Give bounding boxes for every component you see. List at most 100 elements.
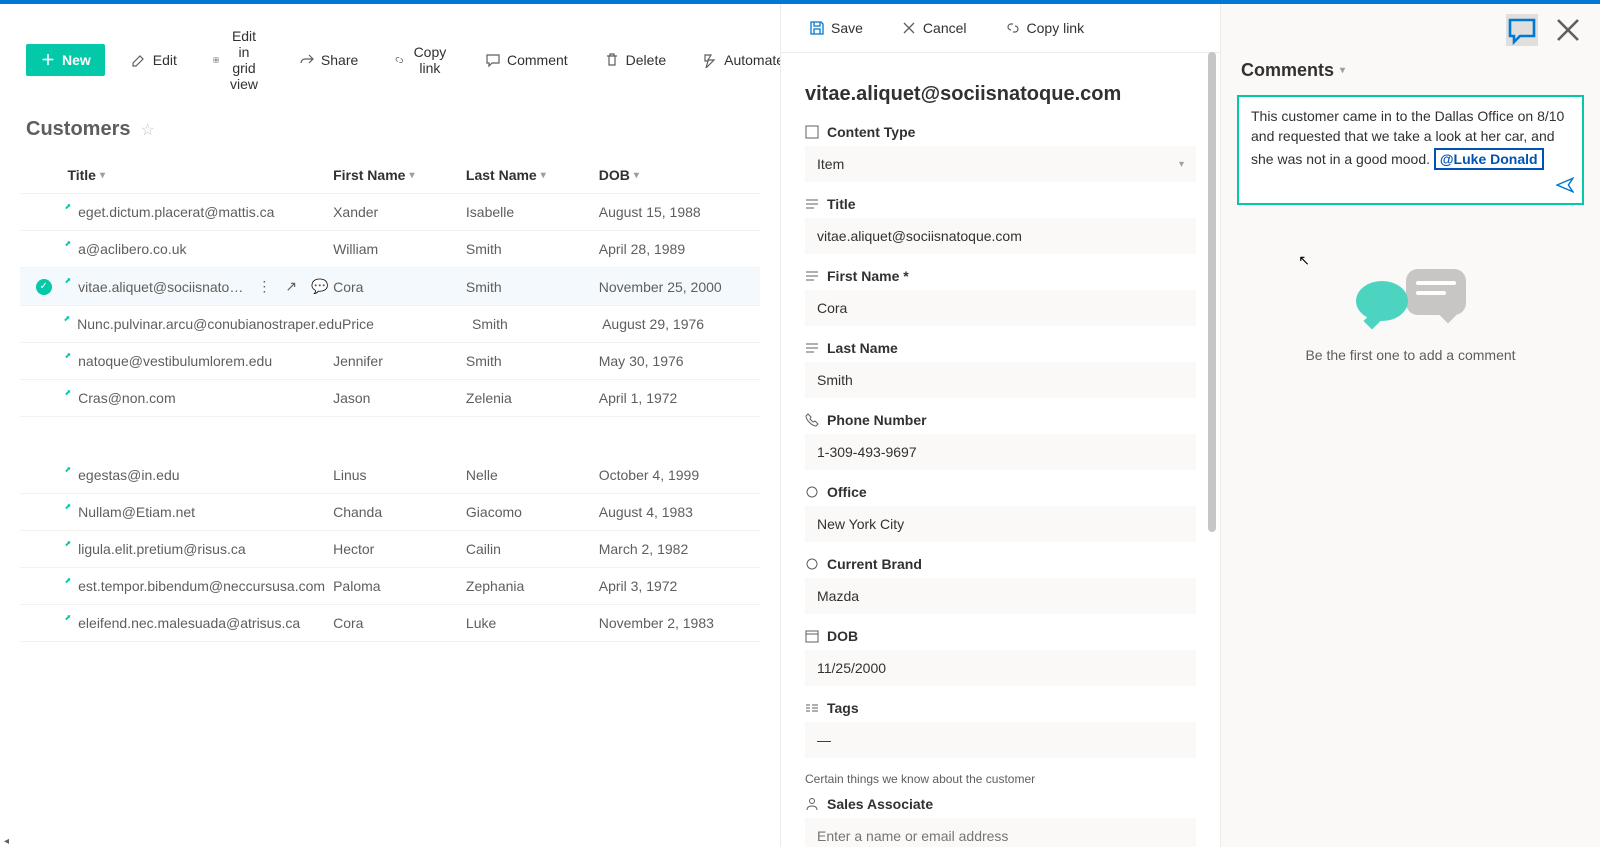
horizontal-scrollbar[interactable]: ◂ bbox=[0, 835, 780, 847]
cell-title[interactable]: ⬈egestas@in.edu bbox=[67, 467, 333, 483]
row-selected-check-icon[interactable]: ✓ bbox=[36, 279, 52, 295]
cell-title[interactable]: ⬈Cras@non.com bbox=[67, 390, 333, 406]
col-last-name[interactable]: Last Name▾ bbox=[466, 167, 599, 183]
comment-mention[interactable]: @Luke Donald bbox=[1434, 148, 1544, 170]
favorite-star-icon[interactable]: ☆ bbox=[140, 120, 154, 140]
cell-title[interactable]: ⬈est.tempor.bibendum@neccursusa.com bbox=[67, 578, 333, 594]
table-row[interactable]: ⬈egestas@in.eduLinusNelleOctober 4, 1999 bbox=[20, 457, 760, 494]
cell-title[interactable]: ⬈eget.dictum.placerat@mattis.ca bbox=[67, 204, 333, 220]
chat-bubbles-icon bbox=[1356, 269, 1466, 329]
close-panel-button[interactable] bbox=[1552, 14, 1584, 46]
col-dob[interactable]: DOB▾ bbox=[599, 167, 760, 183]
list-toolbar: ＋New Edit Edit in grid view Share Copy l… bbox=[20, 4, 760, 112]
cell-dob: August 4, 1983 bbox=[599, 504, 760, 520]
brand-input[interactable]: Mazda bbox=[805, 578, 1196, 614]
col-first-name[interactable]: First Name▾ bbox=[333, 167, 466, 183]
comment-input-box[interactable]: This customer came in to the Dallas Offi… bbox=[1237, 95, 1584, 205]
cell-ln: Cailin bbox=[466, 541, 599, 557]
detail-panel: Save Cancel Copy link vitae.aliquet@soci… bbox=[780, 4, 1220, 847]
table-row[interactable]: ⬈Nunc.pulvinar.arcu@conubianostraper.edu… bbox=[20, 306, 760, 343]
cell-ln: Zephania bbox=[466, 578, 599, 594]
cell-fn: Cora bbox=[333, 279, 466, 295]
cell-fn: Jennifer bbox=[333, 353, 466, 369]
tags-description: Certain things we know about the custome… bbox=[805, 772, 1196, 786]
cell-ln: Luke bbox=[466, 615, 599, 631]
cell-dob: October 4, 1999 bbox=[599, 467, 760, 483]
cell-fn: Cora bbox=[333, 615, 466, 631]
table-row[interactable]: ⬈eleifend.nec.malesuada@atrisus.caCoraLu… bbox=[20, 605, 760, 642]
list-panel: ＋New Edit Edit in grid view Share Copy l… bbox=[0, 4, 780, 847]
trash-icon bbox=[604, 52, 620, 68]
table-row[interactable]: ⬈a@aclibero.co.ukWilliamSmithApril 28, 1… bbox=[20, 231, 760, 268]
tags-input[interactable]: — bbox=[805, 722, 1196, 758]
link-icon bbox=[1005, 20, 1021, 36]
content-type-select[interactable]: Item▾ bbox=[805, 146, 1196, 182]
cell-title[interactable]: ⬈vitae.aliquet@sociisnato…⋮↗💬 bbox=[67, 278, 333, 295]
plus-icon: ＋ bbox=[40, 52, 56, 68]
text-icon bbox=[805, 341, 819, 355]
comments-panel: Comments▾ This customer came in to the D… bbox=[1220, 4, 1600, 847]
title-input[interactable]: vitae.aliquet@sociisnatoque.com bbox=[805, 218, 1196, 254]
cell-ln: Zelenia bbox=[466, 390, 599, 406]
cell-dob: August 15, 1988 bbox=[599, 204, 760, 220]
edit-button[interactable]: Edit bbox=[121, 46, 187, 74]
send-comment-button[interactable] bbox=[1556, 176, 1574, 197]
cell-title[interactable]: ⬈a@aclibero.co.uk bbox=[67, 241, 333, 257]
cell-title[interactable]: ⬈Nunc.pulvinar.arcu@conubianostraper.edu bbox=[66, 316, 342, 332]
save-icon bbox=[809, 20, 825, 36]
cell-ln: Smith bbox=[466, 241, 599, 257]
panel-copy-link-button[interactable]: Copy link bbox=[995, 14, 1095, 42]
row-menu-icon[interactable]: ⋮ bbox=[257, 278, 271, 295]
row-share-icon[interactable]: ↗ bbox=[285, 278, 297, 295]
link-icon bbox=[394, 52, 405, 68]
edit-grid-button[interactable]: Edit in grid view bbox=[203, 22, 273, 98]
save-button[interactable]: Save bbox=[799, 14, 873, 42]
table-row[interactable]: ✓⬈vitae.aliquet@sociisnato…⋮↗💬CoraSmithN… bbox=[20, 268, 760, 306]
new-button[interactable]: ＋New bbox=[26, 44, 105, 76]
last-name-input[interactable]: Smith bbox=[805, 362, 1196, 398]
cell-title[interactable]: ⬈Nullam@Etiam.net bbox=[67, 504, 333, 520]
cancel-button[interactable]: Cancel bbox=[891, 14, 977, 42]
row-comment-icon[interactable]: 💬 bbox=[311, 278, 328, 295]
copy-link-button[interactable]: Copy link bbox=[384, 38, 459, 82]
cell-fn: Xander bbox=[333, 204, 466, 220]
chevron-down-icon: ▾ bbox=[1340, 65, 1345, 76]
cell-title[interactable]: ⬈natoque@vestibulumlorem.edu bbox=[67, 353, 333, 369]
office-input[interactable]: New York City bbox=[805, 506, 1196, 542]
toggle-comments-button[interactable] bbox=[1506, 14, 1538, 46]
cell-dob: November 25, 2000 bbox=[599, 279, 760, 295]
col-title[interactable]: Title▾ bbox=[67, 167, 333, 183]
person-icon bbox=[805, 797, 819, 811]
table-row[interactable]: ⬈ligula.elit.pretium@risus.caHectorCaili… bbox=[20, 531, 760, 568]
cell-ln: Giacomo bbox=[466, 504, 599, 520]
cell-title[interactable]: ⬈eleifend.nec.malesuada@atrisus.ca bbox=[67, 615, 333, 631]
scroll-left-icon[interactable]: ◂ bbox=[0, 836, 13, 847]
table-row[interactable]: ⬈eget.dictum.placerat@mattis.caXanderIsa… bbox=[20, 194, 760, 231]
table-row[interactable]: ⬈Nullam@Etiam.netChandaGiacomoAugust 4, … bbox=[20, 494, 760, 531]
first-name-input[interactable]: Cora bbox=[805, 290, 1196, 326]
share-button[interactable]: Share bbox=[289, 46, 368, 74]
text-icon bbox=[805, 197, 819, 211]
cell-fn: Linus bbox=[333, 467, 466, 483]
cell-title[interactable]: ⬈ligula.elit.pretium@risus.ca bbox=[67, 541, 333, 557]
choice-icon bbox=[805, 485, 819, 499]
table-row[interactable]: ⬈natoque@vestibulumlorem.eduJenniferSmit… bbox=[20, 343, 760, 380]
sales-associate-input[interactable] bbox=[805, 818, 1196, 847]
automate-button[interactable]: Automate▾ bbox=[692, 46, 780, 74]
dob-input[interactable]: 11/25/2000 bbox=[805, 650, 1196, 686]
choice-icon bbox=[805, 557, 819, 571]
cell-fn: Jason bbox=[333, 390, 466, 406]
detail-scrollbar[interactable] bbox=[1208, 52, 1218, 831]
comments-empty-state: Be the first one to add a comment bbox=[1221, 209, 1600, 847]
cell-dob: April 3, 1972 bbox=[599, 578, 760, 594]
cell-dob: August 29, 1976 bbox=[602, 316, 760, 332]
close-icon bbox=[901, 20, 917, 36]
table-row[interactable]: ⬈est.tempor.bibendum@neccursusa.comPalom… bbox=[20, 568, 760, 605]
comment-button[interactable]: Comment bbox=[475, 46, 578, 74]
list-title: Customers bbox=[26, 118, 130, 141]
delete-button[interactable]: Delete bbox=[594, 46, 676, 74]
table-row[interactable]: ⬈Cras@non.comJasonZeleniaApril 1, 1972 bbox=[20, 380, 760, 417]
comments-header[interactable]: Comments▾ bbox=[1221, 56, 1600, 91]
cell-ln: Smith bbox=[472, 316, 602, 332]
phone-input[interactable]: 1-309-493-9697 bbox=[805, 434, 1196, 470]
